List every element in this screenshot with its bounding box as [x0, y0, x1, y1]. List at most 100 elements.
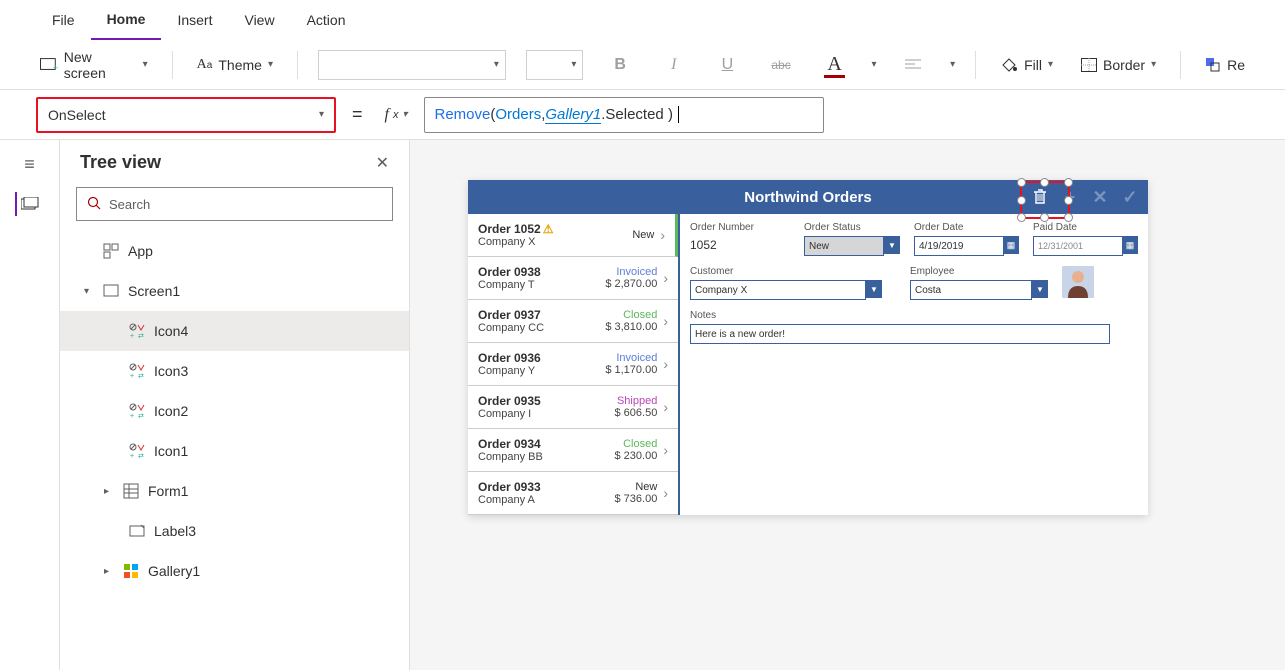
cursor	[674, 106, 679, 123]
order-title: Order 0938	[478, 265, 605, 279]
tree-item-label3[interactable]: Label3	[60, 511, 409, 551]
caret-right-icon: ▸	[104, 566, 114, 577]
label-notes: Notes	[690, 310, 1110, 321]
close-icon[interactable]: ✕	[376, 153, 389, 173]
menu-home[interactable]: Home	[91, 0, 162, 40]
canvas[interactable]: Northwind Orders	[410, 140, 1285, 670]
tree-item-label: Icon3	[154, 363, 188, 379]
separator	[172, 51, 173, 79]
fx-button[interactable]: fx ▾	[379, 106, 414, 124]
notes-input[interactable]: Here is a new order!	[690, 324, 1110, 344]
header-icons: + ✕ ✓	[1030, 187, 1140, 207]
gallery-row[interactable]: Order 0938Company TInvoiced$ 2,870.00›	[468, 257, 678, 300]
order-status: New	[615, 481, 658, 493]
search-icon	[87, 196, 101, 213]
font-color-button[interactable]: A	[818, 48, 852, 82]
gallery-row[interactable]: Order 1052⚠Company XNew›	[468, 214, 678, 257]
gallery-row[interactable]: Order 0937Company CCClosed$ 3,810.00›	[468, 300, 678, 343]
search-input[interactable]: Search	[76, 187, 393, 221]
tree-item-icon4[interactable]: +⇄ Icon4	[60, 311, 409, 351]
label-paid-date: Paid Date	[1033, 222, 1138, 233]
chevron-down-icon[interactable]: ▼	[884, 236, 900, 254]
tree-item-icon1[interactable]: +⇄ Icon1	[60, 431, 409, 471]
app-title: Northwind Orders	[744, 189, 872, 206]
tree-app[interactable]: App	[60, 231, 409, 271]
bold-button[interactable]: B	[603, 48, 637, 82]
tree-item-form1[interactable]: ▸ Form1	[60, 471, 409, 511]
font-family-dropdown[interactable]: ▾	[318, 50, 506, 80]
gallery-row[interactable]: Order 0936Company YInvoiced$ 1,170.00›	[468, 343, 678, 386]
fill-button[interactable]: Fill ▾	[996, 49, 1057, 81]
chevron-down-icon: ▾	[1048, 59, 1053, 70]
trash-icon[interactable]	[1030, 187, 1050, 207]
order-amount: $ 1,170.00	[605, 364, 657, 376]
order-status-dropdown[interactable]: New	[804, 236, 884, 256]
menu-file[interactable]: File	[36, 0, 91, 40]
app-preview[interactable]: Northwind Orders	[468, 180, 1148, 515]
new-screen-button[interactable]: + New screen ▾	[36, 49, 152, 81]
employee-dropdown[interactable]: Costa	[910, 280, 1032, 300]
body: ≡ Tree view ✕ Search App ▾ Screen1	[0, 140, 1285, 670]
order-company: Company CC	[478, 322, 605, 334]
paid-date-input[interactable]: 12/31/2001	[1033, 236, 1123, 256]
reorder-button[interactable]: Re	[1201, 49, 1249, 81]
property-dropdown[interactable]: OnSelect ▾	[36, 97, 336, 133]
underline-button[interactable]: U	[711, 48, 745, 82]
label-order-status: Order Status	[804, 222, 900, 233]
menu-view[interactable]: View	[228, 0, 290, 40]
tree-item-icon3[interactable]: +⇄ Icon3	[60, 351, 409, 391]
tree-item-icon2[interactable]: +⇄ Icon2	[60, 391, 409, 431]
gallery-row[interactable]: Order 0935Company IShipped$ 606.50›	[468, 386, 678, 429]
font-size-dropdown[interactable]: ▾	[526, 50, 583, 80]
chevron-down-icon[interactable]: ▾	[871, 59, 876, 70]
tree-item-label: Icon1	[154, 443, 188, 459]
tree-title: Tree view	[80, 152, 161, 173]
app-body: Order 1052⚠Company XNew›Order 0938Compan…	[468, 214, 1148, 515]
app-icon	[102, 242, 120, 260]
iconset-icon: +⇄	[128, 442, 146, 460]
order-amount: $ 2,870.00	[605, 278, 657, 290]
separator	[1180, 51, 1181, 79]
tree-screen[interactable]: ▾ Screen1	[60, 271, 409, 311]
iconset-icon: +⇄	[128, 402, 146, 420]
calendar-icon[interactable]: ▦	[1003, 236, 1019, 254]
order-company: Company I	[478, 408, 615, 420]
order-status: Invoiced	[605, 266, 657, 278]
order-title: Order 0933	[478, 480, 615, 494]
chevron-down-icon[interactable]: ▾	[950, 59, 955, 70]
close-icon[interactable]: ✕	[1090, 187, 1110, 207]
reorder-icon	[1205, 57, 1221, 73]
theme-button[interactable]: Aa Theme ▾	[193, 49, 277, 81]
tree-item-gallery1[interactable]: ▸ Gallery1	[60, 551, 409, 591]
formula-input[interactable]: Remove( Orders, Gallery1.Selected )	[424, 97, 824, 133]
chevron-down-icon[interactable]: ▼	[866, 280, 882, 298]
trash-icon-wrapper	[1030, 187, 1050, 207]
calendar-icon[interactable]: ▦	[1122, 236, 1138, 254]
order-date-input[interactable]: 4/19/2019	[914, 236, 1004, 256]
fill-label: Fill	[1024, 57, 1042, 73]
chevron-down-icon: ▾	[268, 59, 273, 70]
check-icon[interactable]: ✓	[1120, 187, 1140, 207]
menu-insert[interactable]: Insert	[161, 0, 228, 40]
tree-view-icon[interactable]	[15, 192, 39, 216]
label-order-number: Order Number	[690, 222, 790, 233]
chevron-right-icon: ›	[657, 485, 668, 501]
customer-dropdown[interactable]: Company X	[690, 280, 866, 300]
gallery-row[interactable]: Order 0933Company ANew$ 736.00›	[468, 472, 678, 515]
italic-button[interactable]: I	[657, 48, 691, 82]
plus-icon[interactable]: +	[1060, 187, 1080, 207]
hamburger-icon[interactable]: ≡	[18, 152, 42, 176]
svg-text:+: +	[130, 413, 134, 419]
order-status: Shipped	[615, 395, 658, 407]
chevron-down-icon: ▾	[1151, 59, 1156, 70]
strikethrough-button[interactable]: abc	[764, 48, 798, 82]
gallery-icon	[122, 562, 140, 580]
orders-gallery[interactable]: Order 1052⚠Company XNew›Order 0938Compan…	[468, 214, 680, 515]
chevron-down-icon: ▾	[319, 109, 324, 120]
border-button[interactable]: Border ▾	[1077, 49, 1160, 81]
menu-action[interactable]: Action	[291, 0, 362, 40]
chevron-down-icon[interactable]: ▼	[1032, 280, 1048, 298]
align-button[interactable]	[896, 48, 930, 82]
gallery-row[interactable]: Order 0934Company BBClosed$ 230.00›	[468, 429, 678, 472]
left-rail: ≡	[0, 140, 60, 670]
